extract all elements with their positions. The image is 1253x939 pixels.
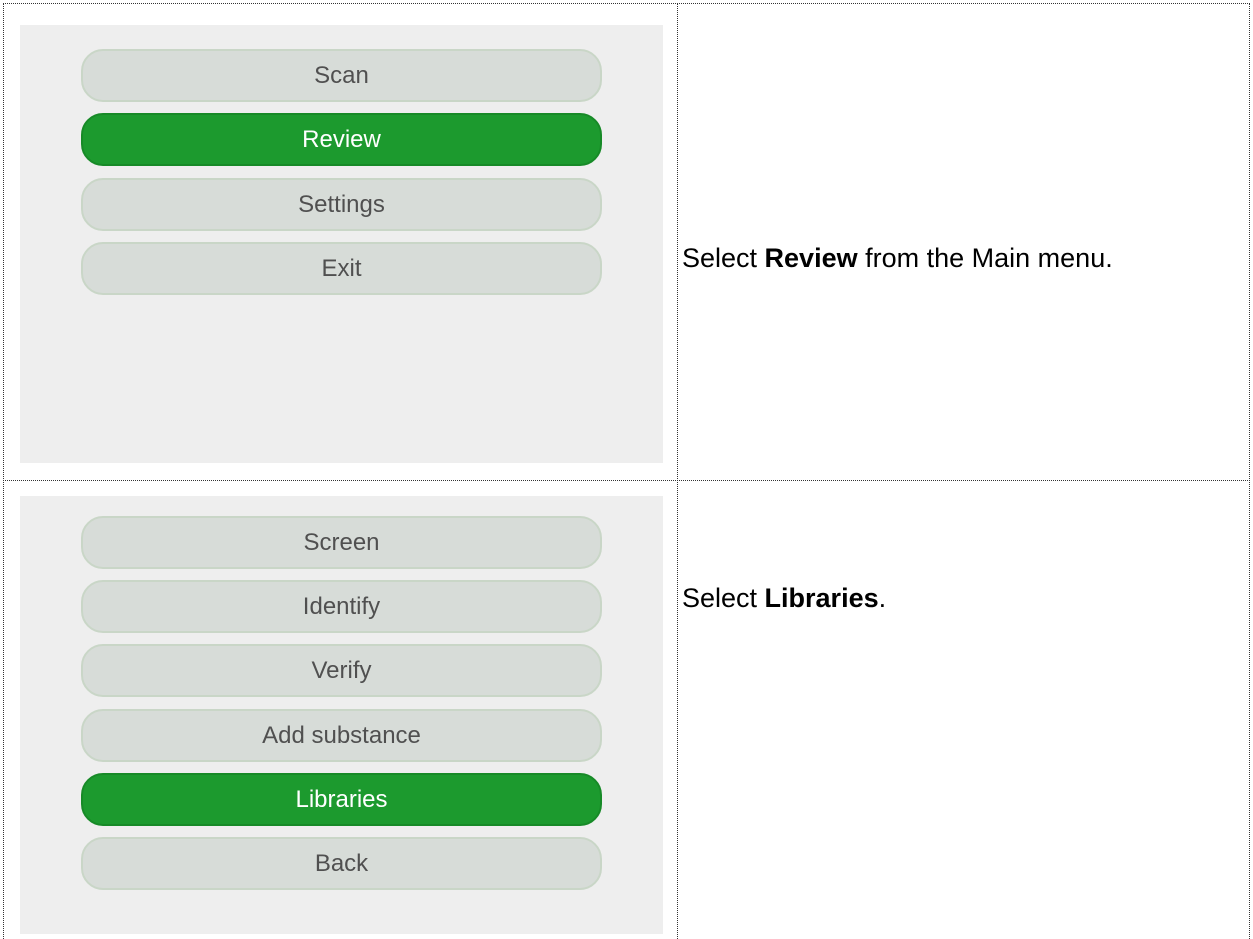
identify-button[interactable]: Identify bbox=[81, 580, 602, 633]
verify-button[interactable]: Verify bbox=[81, 644, 602, 697]
step-2-instruction: Select Libraries. bbox=[682, 583, 886, 614]
instruction-text: from the Main menu. bbox=[857, 243, 1113, 273]
table-row-step-1: Scan Review Settings Exit Select Review … bbox=[3, 3, 1250, 480]
instruction-text: Select bbox=[682, 243, 765, 273]
scan-button[interactable]: Scan bbox=[81, 49, 602, 102]
screen-button[interactable]: Screen bbox=[81, 516, 602, 569]
instruction-table: Scan Review Settings Exit Select Review … bbox=[3, 3, 1250, 939]
instruction-bold-term: Review bbox=[764, 243, 858, 273]
instruction-text: . bbox=[878, 583, 887, 613]
libraries-button[interactable]: Libraries bbox=[81, 773, 602, 826]
settings-button[interactable]: Settings bbox=[81, 178, 602, 231]
step-1-instruction: Select Review from the Main menu. bbox=[682, 243, 1113, 274]
table-row-step-2: Screen Identify Verify Add substance Lib… bbox=[3, 480, 1250, 939]
exit-button[interactable]: Exit bbox=[81, 242, 602, 295]
review-menu-screen: Screen Identify Verify Add substance Lib… bbox=[20, 496, 663, 934]
instruction-bold-term: Libraries bbox=[764, 583, 879, 613]
review-button[interactable]: Review bbox=[81, 113, 602, 166]
instruction-text: Select bbox=[682, 583, 765, 613]
back-button[interactable]: Back bbox=[81, 837, 602, 890]
main-menu-screen: Scan Review Settings Exit bbox=[20, 25, 663, 463]
add-substance-button[interactable]: Add substance bbox=[81, 709, 602, 762]
